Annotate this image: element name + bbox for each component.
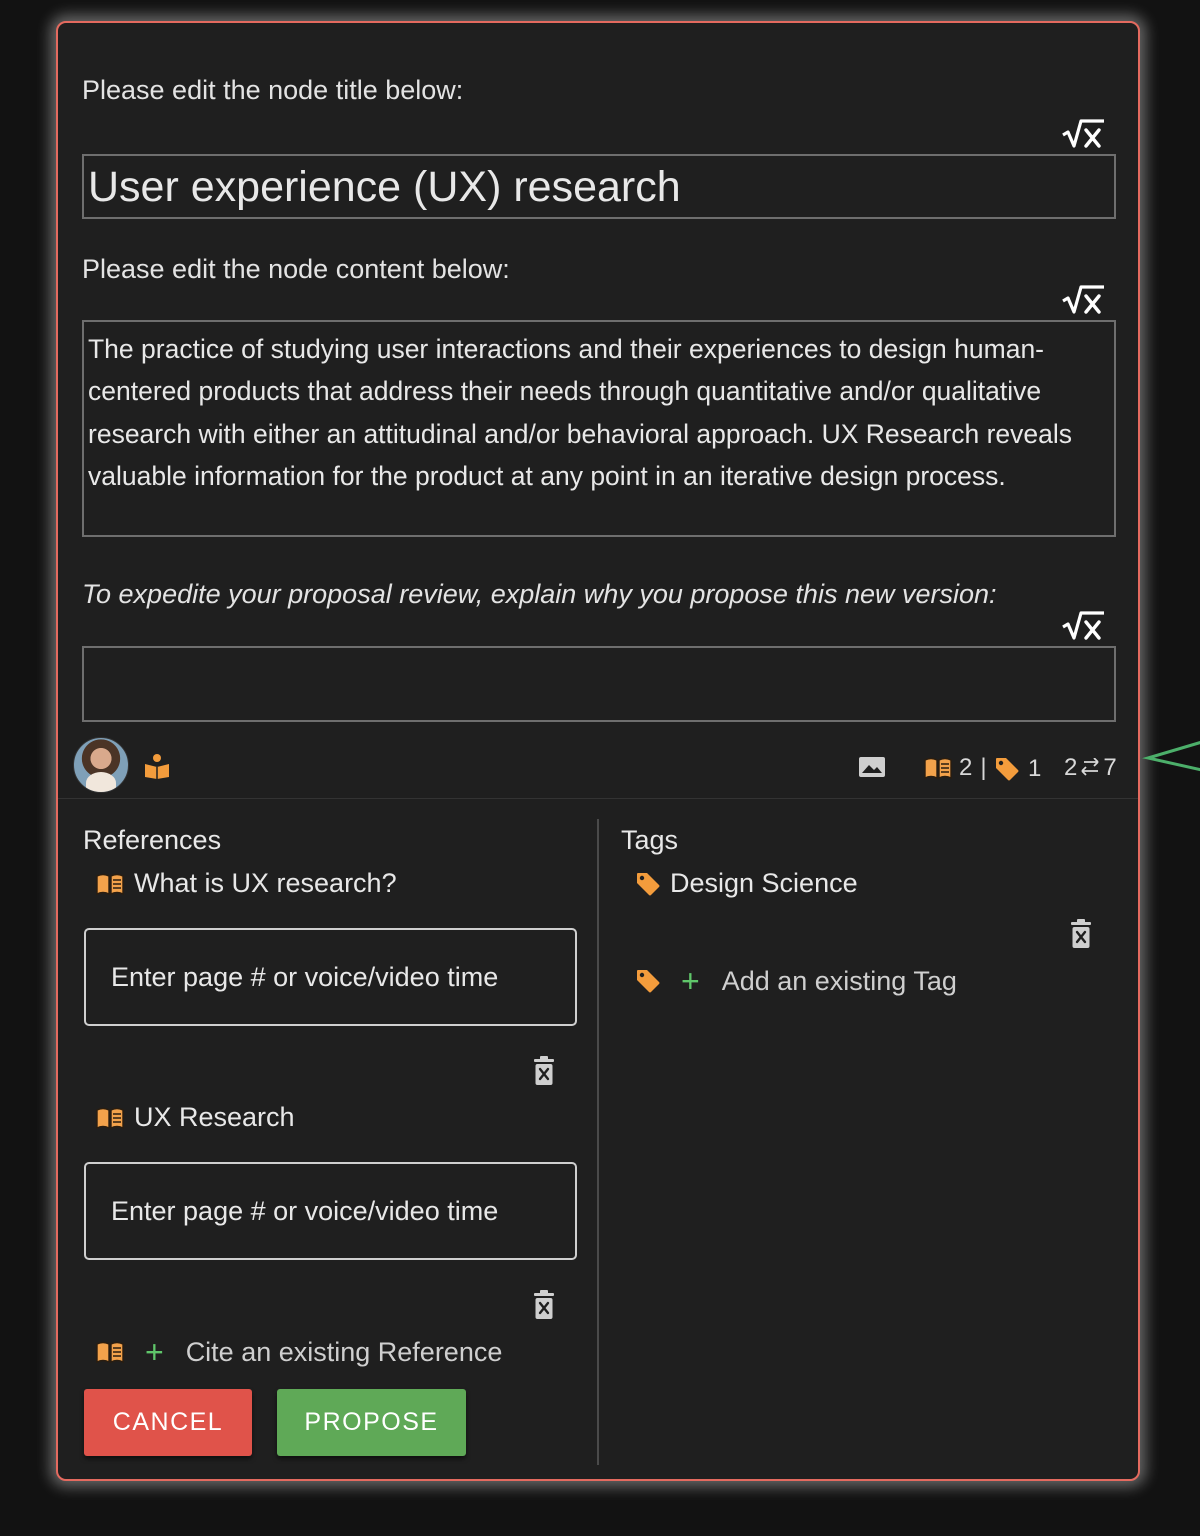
reference-page-input[interactable]: Enter page # or voice/video time <box>84 928 577 1026</box>
cite-reference-label: Cite an existing Reference <box>185 1336 503 1367</box>
cite-reference-button[interactable]: + Cite an existing Reference <box>95 1336 502 1368</box>
reference-item[interactable]: What is UX research? <box>95 868 397 899</box>
tag-label: Design Science <box>670 868 858 898</box>
open-book-icon <box>95 1340 125 1364</box>
add-tag-label: Add an existing Tag <box>721 965 957 996</box>
open-book-icon <box>95 872 125 896</box>
tag-icon <box>635 871 661 897</box>
cancel-button[interactable]: CANCEL <box>84 1389 252 1456</box>
reason-math-toggle-icon[interactable] <box>1061 610 1109 644</box>
reference-item[interactable]: UX Research <box>95 1102 295 1133</box>
node-toolbar: 2 | 1 2 7 <box>58 735 1138 797</box>
tags-heading: Tags <box>621 825 679 855</box>
tags-count-stat[interactable]: 1 <box>994 755 1041 783</box>
swap-arrows-icon <box>1081 758 1099 776</box>
references-count-stat[interactable]: 2 | <box>923 754 987 782</box>
title-math-toggle-icon[interactable] <box>1061 118 1109 152</box>
reference-page-input[interactable]: Enter page # or voice/video time <box>84 1162 577 1260</box>
title-label: Please edit the node title below: <box>82 75 464 105</box>
references-count: 2 <box>959 754 973 781</box>
versions-left: 2 <box>1064 754 1078 781</box>
content-label: Please edit the node content below: <box>82 254 510 284</box>
trash-icon[interactable] <box>532 1290 556 1320</box>
tag-item[interactable]: Design Science <box>635 868 858 899</box>
title-input[interactable]: User experience (UX) research <box>82 154 1116 219</box>
versions-right: 7 <box>1103 754 1117 781</box>
versions-stat[interactable]: 2 7 <box>1064 754 1117 782</box>
reason-label: To expedite your proposal review, explai… <box>82 579 997 609</box>
plus-icon: + <box>681 963 700 999</box>
reason-textarea[interactable] <box>82 646 1116 722</box>
reference-title: UX Research <box>134 1102 295 1132</box>
content-textarea[interactable]: The practice of studying user interactio… <box>82 320 1116 537</box>
column-divider <box>597 819 599 1465</box>
tags-count: 1 <box>1028 755 1042 782</box>
toolbar-divider <box>58 798 1138 799</box>
proposal-editor-card: Please edit the node title below: User e… <box>56 21 1140 1481</box>
stat-separator: | <box>980 754 987 781</box>
content-math-toggle-icon[interactable] <box>1061 284 1109 318</box>
open-book-icon <box>95 1106 125 1130</box>
tag-icon <box>635 968 661 994</box>
reference-title: What is UX research? <box>134 868 397 898</box>
avatar[interactable] <box>73 737 129 793</box>
trash-icon[interactable] <box>1069 919 1093 949</box>
tag-icon <box>994 756 1020 782</box>
plus-icon: + <box>145 1334 164 1370</box>
propose-button[interactable]: PROPOSE <box>277 1389 466 1456</box>
references-heading: References <box>83 825 222 855</box>
trash-icon[interactable] <box>532 1056 556 1086</box>
open-book-icon <box>923 756 953 780</box>
add-tag-button[interactable]: + Add an existing Tag <box>635 965 957 997</box>
reader-person-icon <box>144 753 170 784</box>
image-icon[interactable] <box>858 756 886 783</box>
node-link-edge <box>1142 741 1200 772</box>
